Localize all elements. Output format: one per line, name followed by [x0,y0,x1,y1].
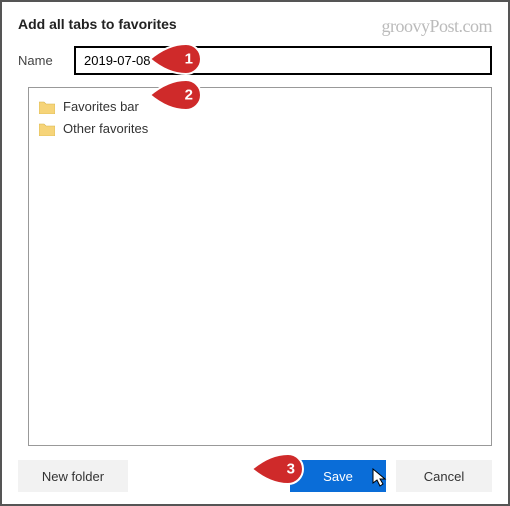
save-button[interactable]: Save [290,460,386,492]
folder-item-favorites-bar[interactable]: Favorites bar [35,96,485,118]
folder-icon [39,100,55,114]
add-tabs-to-favorites-dialog: Add all tabs to favorites Name Favorites… [2,2,508,504]
folder-tree[interactable]: Favorites bar Other favorites [28,87,492,446]
button-row: New folder Save Cancel [18,460,492,492]
folder-item-other-favorites[interactable]: Other favorites [35,118,485,140]
name-input[interactable] [74,46,492,75]
name-row: Name [18,46,492,75]
cancel-button[interactable]: Cancel [396,460,492,492]
folder-icon [39,122,55,136]
new-folder-button[interactable]: New folder [18,460,128,492]
name-label: Name [18,53,62,68]
folder-label: Other favorites [63,120,148,138]
dialog-title: Add all tabs to favorites [18,16,492,32]
folder-label: Favorites bar [63,98,139,116]
